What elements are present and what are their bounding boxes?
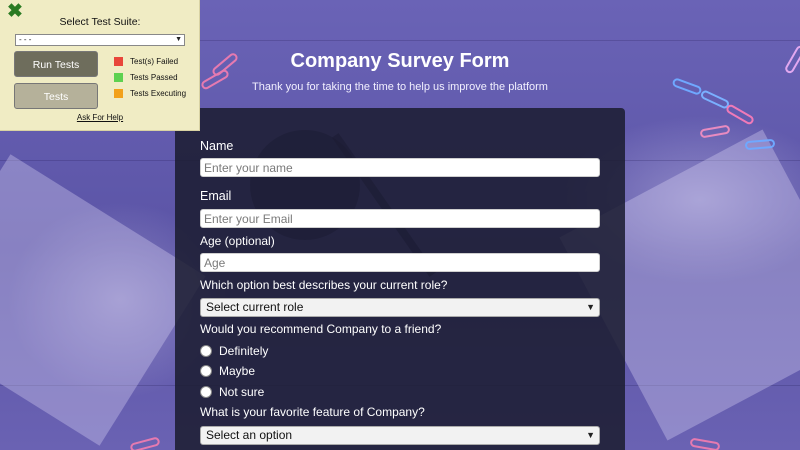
tests-button[interactable]: Tests [14,83,98,109]
legend-item-executing: Tests Executing [114,89,186,98]
recommend-option-maybe[interactable]: Maybe [200,364,255,378]
feature-question: What is your favorite feature of Company… [200,405,425,419]
radio-button[interactable] [200,345,212,357]
feature-select-value: Select an option [206,428,293,442]
name-label: Name [200,139,234,153]
role-question: Which option best describes your current… [200,278,448,292]
test-runner-panel: ✖ Select Test Suite: - - - ▼ Run Tests T… [0,0,200,131]
suite-select[interactable]: - - - ▼ [15,34,185,46]
legend-label: Tests Executing [130,89,187,98]
feature-select[interactable]: Select an option ▼ [200,426,600,445]
email-label: Email [200,189,232,203]
legend-item-passed: Tests Passed [114,73,178,82]
run-tests-button[interactable]: Run Tests [14,51,98,77]
recommend-option-not-sure[interactable]: Not sure [200,385,264,399]
role-select-value: Select current role [206,300,304,314]
passed-swatch [114,73,123,82]
radio-label: Not sure [219,385,265,399]
recommend-option-definitely[interactable]: Definitely [200,344,268,358]
suite-select-value: - - - [19,35,32,44]
ask-for-help-link[interactable]: Ask For Help [0,113,200,122]
name-input[interactable] [200,158,600,177]
radio-button[interactable] [200,386,212,398]
legend-label: Test(s) Failed [130,57,179,66]
email-input[interactable] [200,209,600,228]
age-input[interactable] [200,253,600,272]
radio-label: Definitely [219,344,269,358]
chevron-down-icon: ▼ [586,302,595,312]
chevron-down-icon: ▼ [175,36,182,43]
age-label: Age (optional) [200,234,275,248]
role-select[interactable]: Select current role ▼ [200,298,600,317]
radio-button[interactable] [200,365,212,377]
radio-label: Maybe [219,364,256,378]
legend-label: Tests Passed [130,73,178,82]
chevron-down-icon: ▼ [586,430,595,440]
legend-item-failed: Test(s) Failed [114,57,178,66]
recommend-question: Would you recommend Company to a friend? [200,322,442,336]
failed-swatch [114,57,123,66]
executing-swatch [114,89,123,98]
suite-label: Select Test Suite: [59,16,141,28]
